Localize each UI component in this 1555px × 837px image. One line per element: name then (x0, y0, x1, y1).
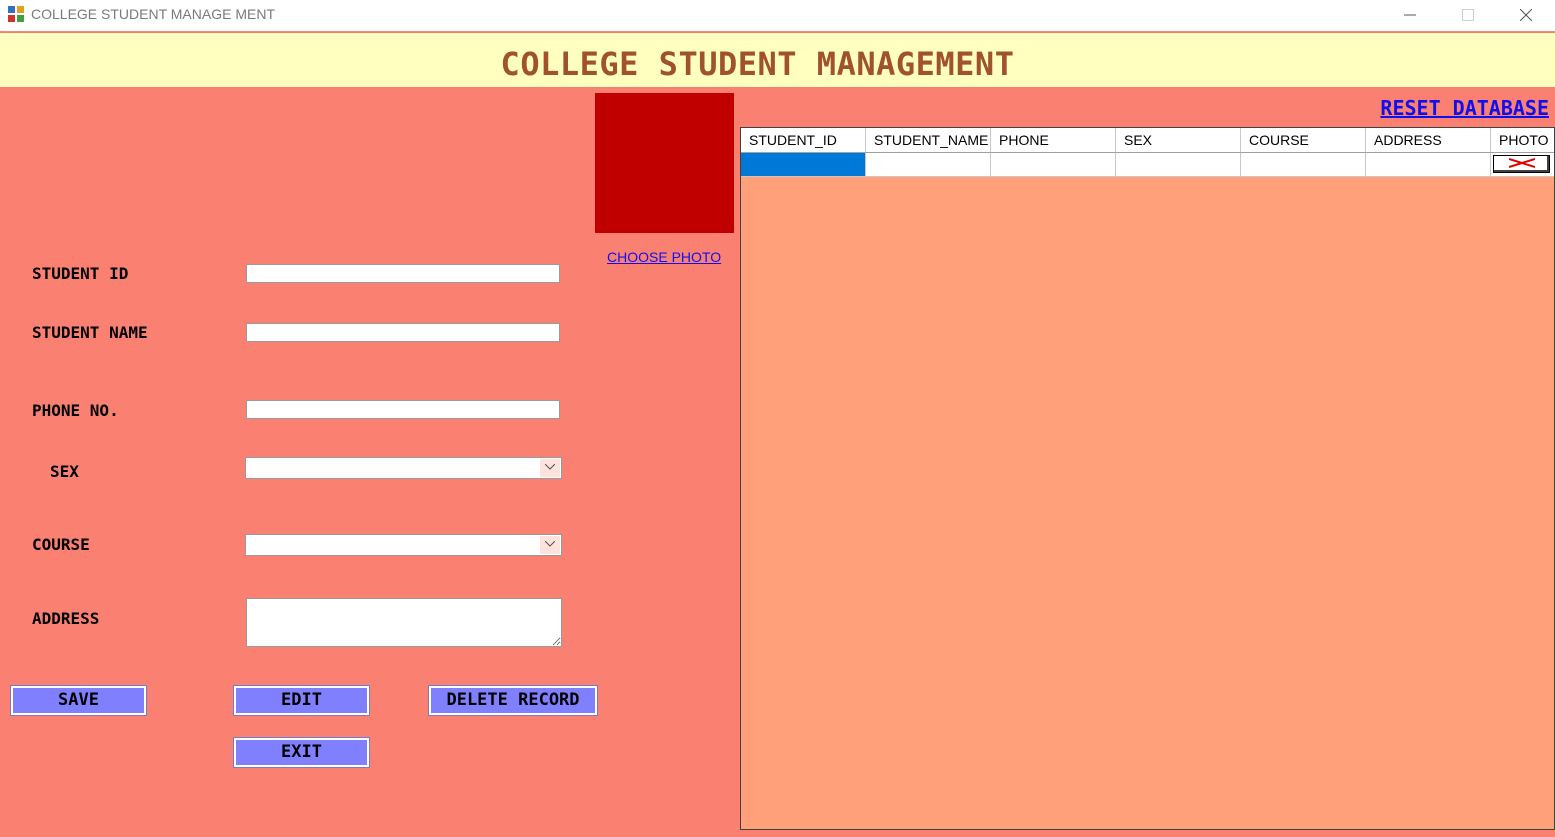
page-title: COLLEGE STUDENT MANAGEMENT (500, 45, 1015, 83)
sex-dropdown-button[interactable] (540, 459, 560, 477)
grid-header: STUDENT_ID STUDENT_NAME PHONE SEX COURSE… (741, 128, 1554, 153)
exit-button[interactable]: EXIT (233, 737, 370, 768)
address-label: ADDRESS (32, 609, 100, 628)
column-header[interactable]: PHOTO (1491, 128, 1554, 152)
student-id-label: STUDENT ID (32, 264, 129, 283)
column-header[interactable]: SEX (1116, 128, 1241, 152)
window-title: COLLEGE STUDENT MANAGE MENT (31, 6, 276, 22)
student-photo (595, 93, 734, 233)
phone-label: PHONE NO. (32, 401, 119, 420)
table-cell[interactable] (866, 153, 991, 177)
broken-image-icon (1493, 155, 1550, 173)
maximize-icon (1462, 9, 1474, 21)
column-header[interactable]: STUDENT_NAME (866, 128, 991, 152)
table-cell-photo[interactable] (1491, 153, 1554, 177)
address-textarea[interactable] (246, 598, 562, 647)
sex-select[interactable] (245, 457, 562, 479)
column-header[interactable]: COURSE (1241, 128, 1366, 152)
course-select[interactable] (245, 534, 562, 556)
edit-button[interactable]: EDIT (233, 685, 370, 716)
save-button[interactable]: SAVE (10, 685, 147, 716)
column-header[interactable]: PHONE (991, 128, 1116, 152)
student-name-label: STUDENT NAME (32, 323, 148, 342)
table-cell[interactable] (991, 153, 1116, 177)
close-icon (1520, 9, 1532, 21)
close-button[interactable] (1503, 2, 1549, 28)
minimize-button[interactable] (1387, 2, 1433, 28)
minimize-icon (1404, 14, 1416, 16)
student-grid[interactable]: STUDENT_ID STUDENT_NAME PHONE SEX COURSE… (740, 127, 1555, 830)
course-dropdown-button[interactable] (540, 536, 560, 554)
table-cell[interactable] (1116, 153, 1241, 177)
table-cell[interactable] (1241, 153, 1366, 177)
course-label: COURSE (32, 535, 90, 554)
phone-input[interactable] (246, 400, 560, 419)
reset-database-link[interactable]: RESET DATABASE (1380, 96, 1549, 120)
column-header[interactable]: ADDRESS (1366, 128, 1491, 152)
app-icon (8, 6, 24, 22)
maximize-button[interactable] (1445, 2, 1491, 28)
column-header[interactable]: STUDENT_ID (741, 128, 866, 152)
chevron-down-icon (545, 464, 555, 470)
table-row[interactable] (741, 153, 1554, 177)
delete-record-button[interactable]: DELETE RECORD (428, 685, 598, 716)
student-name-input[interactable] (246, 323, 560, 342)
table-cell[interactable] (741, 153, 866, 177)
sex-label: SEX (50, 462, 79, 481)
table-cell[interactable] (1366, 153, 1491, 177)
header-banner: COLLEGE STUDENT MANAGEMENT (0, 33, 1555, 87)
choose-photo-link[interactable]: CHOOSE PHOTO (607, 249, 721, 265)
chevron-down-icon (545, 541, 555, 547)
window-titlebar: COLLEGE STUDENT MANAGE MENT (0, 0, 1555, 32)
student-id-input[interactable] (246, 264, 560, 283)
